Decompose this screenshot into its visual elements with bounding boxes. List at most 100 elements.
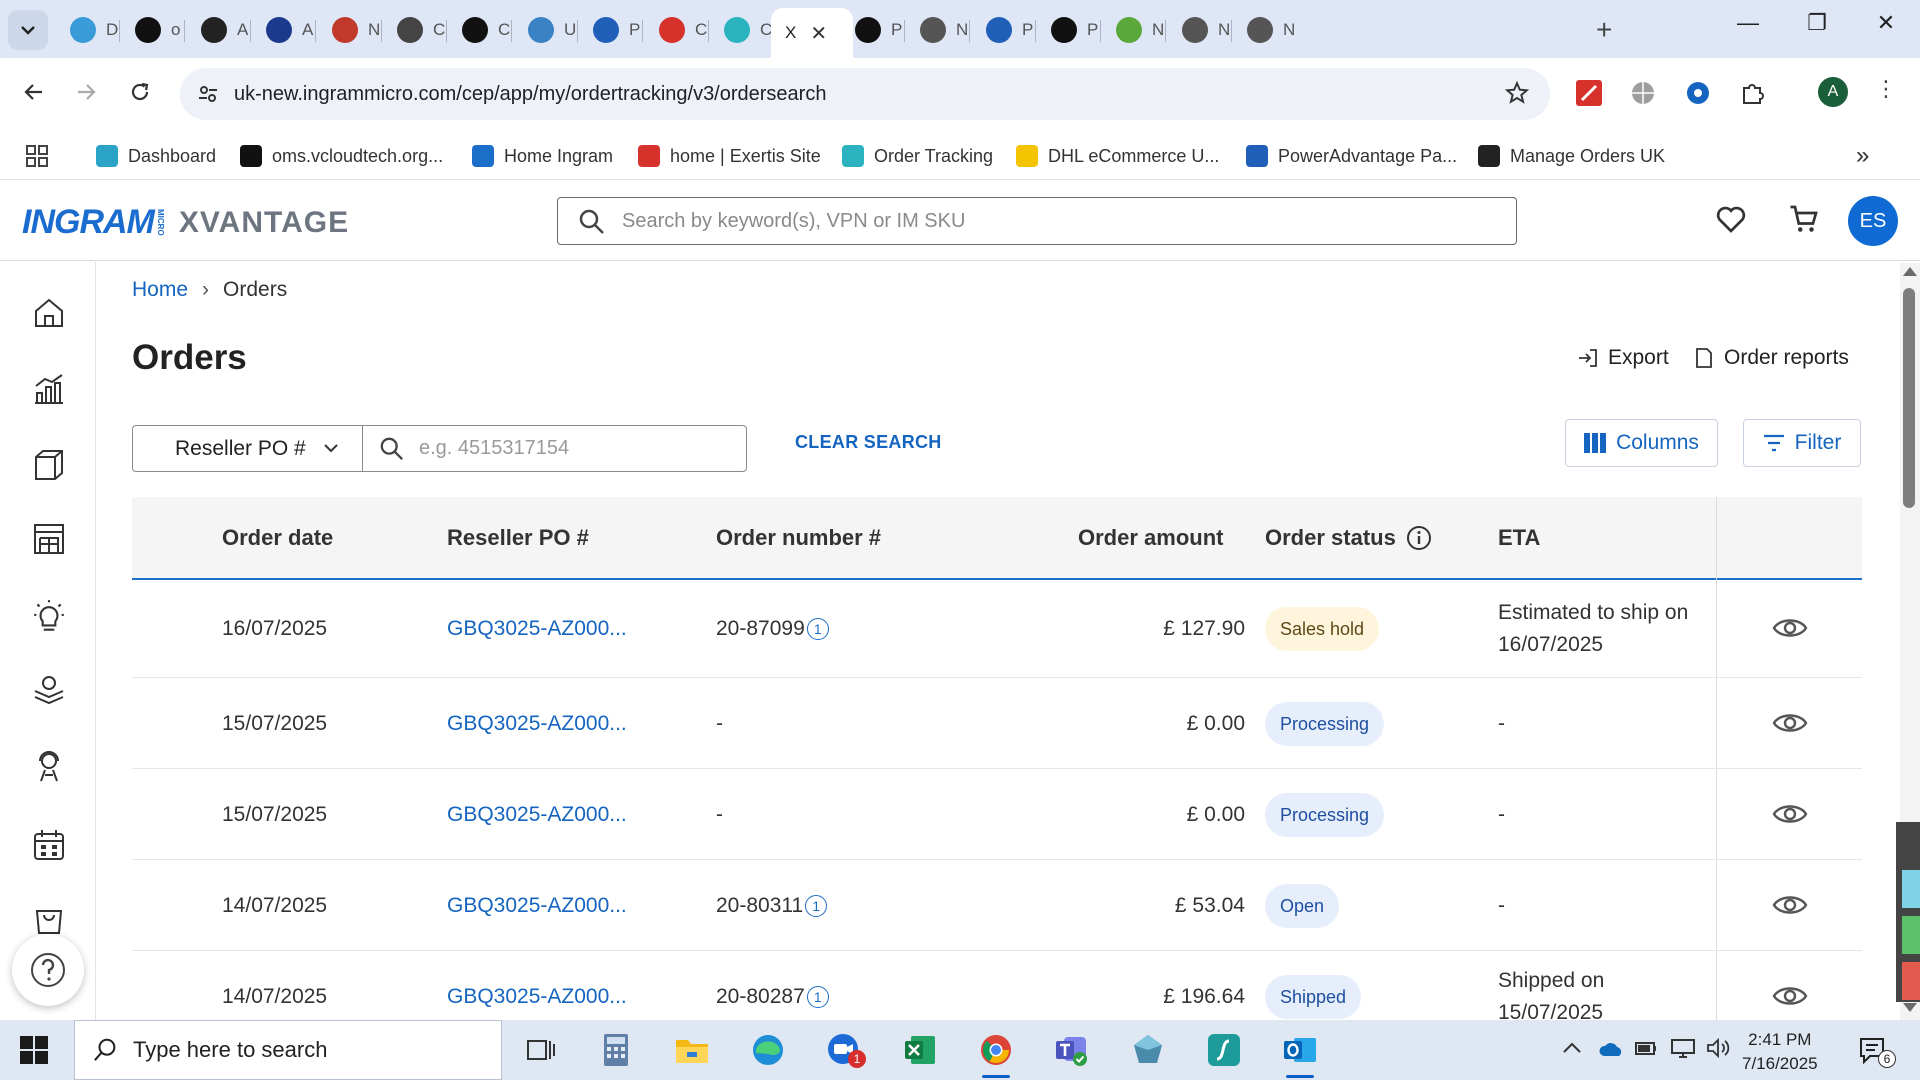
support-agent-icon[interactable] xyxy=(30,748,68,786)
browser-tab[interactable]: D xyxy=(56,8,120,52)
table-row[interactable]: 15/07/2025 GBQ3025-AZ000... - £ 0.00 Process… xyxy=(132,678,1862,769)
browser-tab[interactable]: N xyxy=(1168,8,1232,52)
bookmark-item[interactable]: DHL eCommerce U... xyxy=(1016,142,1219,170)
columns-button[interactable]: Columns xyxy=(1565,419,1718,467)
zoom-icon[interactable]: 1 xyxy=(822,1028,866,1072)
excel-icon[interactable] xyxy=(898,1028,942,1072)
order-info-icon[interactable]: 1 xyxy=(806,618,829,641)
table-row[interactable]: 15/07/2025 GBQ3025-AZ000... - £ 0.00 Process… xyxy=(132,769,1862,860)
address-bar[interactable]: uk-new.ingrammicro.com/cep/app/my/ordert… xyxy=(180,68,1550,120)
task-view-icon[interactable] xyxy=(518,1028,562,1072)
reseller-po-link[interactable]: GBQ3025-AZ000... xyxy=(447,894,627,918)
browser-tab[interactable]: A xyxy=(187,8,251,52)
scroll-up-arrow[interactable] xyxy=(1903,267,1917,276)
chrome-icon[interactable] xyxy=(974,1028,1018,1078)
view-order-eye-icon[interactable] xyxy=(1772,892,1808,923)
profile-avatar[interactable]: A xyxy=(1818,77,1848,107)
col-order-date[interactable]: Order date xyxy=(222,525,333,551)
col-order-amount[interactable]: Order amount xyxy=(1078,525,1223,551)
reload-button[interactable] xyxy=(122,74,158,110)
help-button[interactable] xyxy=(12,934,84,1006)
browser-tab[interactable]: P xyxy=(972,8,1036,52)
col-reseller-po[interactable]: Reseller PO # xyxy=(447,525,589,551)
reseller-po-link[interactable]: GBQ3025-AZ000... xyxy=(447,617,627,641)
product-search[interactable] xyxy=(557,197,1517,245)
browser-tab[interactable]: N xyxy=(1233,8,1297,52)
view-order-eye-icon[interactable] xyxy=(1772,710,1808,741)
outlook-icon[interactable] xyxy=(1278,1028,1322,1078)
app-script-icon[interactable] xyxy=(1202,1028,1246,1072)
po-search-field[interactable] xyxy=(362,425,747,472)
browser-tab[interactable]: N xyxy=(906,8,970,52)
browser-tab[interactable]: N xyxy=(318,8,382,52)
bookmark-item[interactable]: Manage Orders UK xyxy=(1478,142,1665,170)
order-info-icon[interactable]: 1 xyxy=(805,895,828,918)
browser-tab[interactable]: o xyxy=(121,8,185,52)
notification-center-icon[interactable]: 6 xyxy=(1858,1036,1896,1071)
onedrive-icon[interactable] xyxy=(1598,1040,1624,1063)
bookmark-item[interactable]: home | Exertis Site xyxy=(638,142,821,170)
col-order-number[interactable]: Order number # xyxy=(716,525,881,551)
reseller-po-link[interactable]: GBQ3025-AZ000... xyxy=(447,803,627,827)
clear-search-button[interactable]: CLEAR SEARCH xyxy=(795,432,942,453)
file-explorer-icon[interactable] xyxy=(670,1028,714,1072)
filter-button[interactable]: Filter xyxy=(1743,419,1861,467)
table-row[interactable]: 14/07/2025 GBQ3025-AZ000... 20-80311 1 £ 53.… xyxy=(132,860,1862,951)
back-button[interactable] xyxy=(16,74,52,110)
cart-icon[interactable] xyxy=(1786,201,1822,242)
bookmark-item[interactable]: PowerAdvantage Pa... xyxy=(1246,142,1457,170)
calculator-icon[interactable] xyxy=(594,1028,638,1072)
gear-extension-icon[interactable] xyxy=(1683,78,1713,108)
po-search-input[interactable] xyxy=(419,437,719,460)
taskbar-clock[interactable]: 2:41 PM 7/16/2025 xyxy=(1742,1028,1818,1076)
taskbar-search[interactable]: Type here to search xyxy=(74,1020,502,1080)
user-avatar[interactable]: ES xyxy=(1848,196,1898,246)
browser-tab[interactable]: C xyxy=(645,8,709,52)
cloud-layers-icon[interactable] xyxy=(30,672,68,710)
browser-menu-icon[interactable]: ⋮ xyxy=(1875,76,1897,102)
breadcrumb-home-link[interactable]: Home xyxy=(132,278,188,302)
reseller-po-link[interactable]: GBQ3025-AZ000... xyxy=(447,712,627,736)
ingram-xvantage-logo[interactable]: INGRAM MICRO XVANTAGE xyxy=(22,203,349,242)
search-field-select[interactable]: Reseller PO # xyxy=(132,425,362,472)
pdf-extension-icon[interactable] xyxy=(1574,78,1604,108)
battery-icon[interactable] xyxy=(1634,1038,1658,1063)
bookmark-item[interactable]: Dashboard xyxy=(96,142,216,170)
table-row[interactable]: 16/07/2025 GBQ3025-AZ000... 20-87099 1 £ 127… xyxy=(132,580,1862,678)
bookmark-item[interactable]: oms.vcloudtech.org... xyxy=(240,142,443,170)
scroll-down-arrow[interactable] xyxy=(1903,1003,1917,1012)
order-info-icon[interactable]: 1 xyxy=(806,986,829,1009)
new-tab-button[interactable]: + xyxy=(1596,14,1612,46)
volume-icon[interactable] xyxy=(1706,1037,1730,1063)
browser-tab[interactable]: A xyxy=(252,8,316,52)
box-icon[interactable] xyxy=(30,446,68,484)
browser-tab[interactable]: C xyxy=(448,8,512,52)
site-settings-icon[interactable] xyxy=(196,82,220,111)
view-order-eye-icon[interactable] xyxy=(1772,983,1808,1014)
warehouse-icon[interactable] xyxy=(30,520,68,558)
extensions-puzzle-icon[interactable] xyxy=(1738,78,1768,108)
teams-icon[interactable] xyxy=(1050,1028,1094,1072)
restore-button[interactable]: ❐ xyxy=(1797,10,1837,36)
lightbulb-icon[interactable] xyxy=(30,598,68,636)
view-order-eye-icon[interactable] xyxy=(1772,615,1808,646)
browser-tab[interactable]: P xyxy=(579,8,643,52)
browser-tab[interactable]: N xyxy=(1102,8,1166,52)
globe-extension-icon[interactable] xyxy=(1628,78,1658,108)
apps-grid-icon[interactable] xyxy=(26,142,48,170)
scrollbar-thumb[interactable] xyxy=(1903,288,1915,508)
close-tab-icon[interactable]: ✕ xyxy=(810,21,827,46)
order-reports-button[interactable]: Order reports xyxy=(1692,346,1849,370)
reseller-po-link[interactable]: GBQ3025-AZ000... xyxy=(447,985,627,1009)
calendar-icon[interactable] xyxy=(30,826,68,864)
close-window-button[interactable]: ✕ xyxy=(1866,10,1906,36)
app-diamond-icon[interactable] xyxy=(1126,1028,1170,1072)
more-bookmarks-icon[interactable]: » xyxy=(1856,142,1869,170)
side-panel-widget[interactable] xyxy=(1896,822,1920,1002)
browser-tab[interactable]: C xyxy=(710,8,774,52)
col-eta[interactable]: ETA xyxy=(1498,525,1540,551)
windows-start-button[interactable] xyxy=(20,1036,48,1064)
browser-tab[interactable]: U xyxy=(514,8,578,52)
col-order-status[interactable]: Order status xyxy=(1265,525,1432,551)
browser-tab[interactable]: C xyxy=(383,8,447,52)
